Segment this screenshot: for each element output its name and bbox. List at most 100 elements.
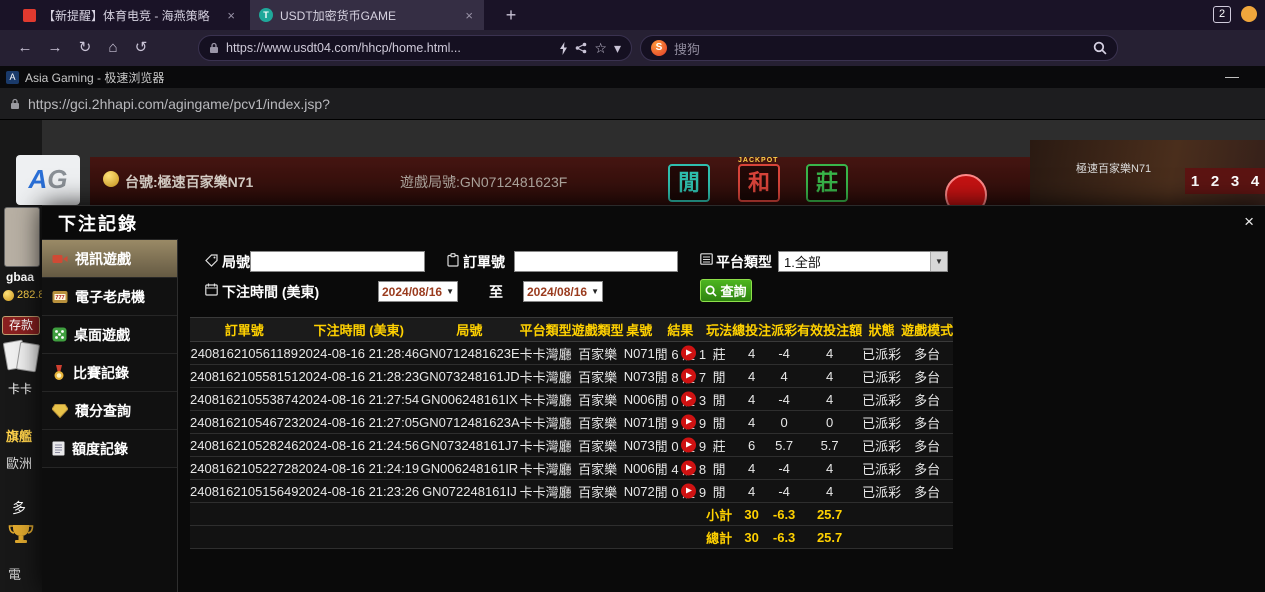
status-cell: 已派彩 [862,434,901,457]
bet-record-row: 2408162105581512024-08-16 21:28:23GN0732… [190,365,953,388]
game-right-panel: 極速百家樂N71 1 2 3 4 [1030,140,1265,206]
subtotal-row-cell [298,503,419,526]
share-icon[interactable] [575,42,587,54]
date-from-value: 2024/08/16 [382,285,442,299]
lightning-icon[interactable] [559,42,568,55]
tab-title: 【新提醒】体育电竞 - 海燕策略 [43,7,218,24]
subtotal-row-label: 小計 [706,503,732,526]
sidebar-item-video-games[interactable]: 視訊遊戲 [42,240,177,278]
pager-1[interactable]: 1 [1191,173,1199,190]
replay-video-icon[interactable] [681,415,696,430]
svg-text:777: 777 [55,294,64,300]
hall-label-kaka[interactable]: 卡卡 [8,380,32,397]
medal-icon [52,365,66,381]
sidebar-item-match-records[interactable]: 比賽記錄 [42,354,177,392]
multi-table-label[interactable]: 多 [12,498,26,518]
column-header: 派彩 [771,318,797,342]
browser-apps-icon[interactable] [1241,6,1257,22]
table-pager[interactable]: 1 2 3 4 [1185,168,1265,194]
total-row-cell [901,526,953,549]
date-to-picker[interactable]: 2024/08/16 [523,281,603,302]
bookmark-star-icon[interactable]: ☆ [594,40,607,57]
bet-player-button[interactable]: 閒 [668,164,710,202]
hall-label-flagship[interactable]: 旗艦 [6,426,32,445]
tab-close-icon[interactable]: × [463,8,475,23]
replay-video-icon[interactable] [681,438,696,453]
chevron-down-icon[interactable]: ▾ [614,40,621,57]
bet-time-cell: 2024-08-16 21:28:46 [298,342,419,365]
order-no-cell: 240816210515649 [190,480,298,503]
close-icon[interactable]: × [1244,213,1254,230]
platform-cell: 卡卡灣廳 [520,388,572,411]
inner-url-text[interactable]: https://gci.2hhapi.com/agingame/pcv1/ind… [28,96,330,112]
column-header: 有效投注額 [797,318,862,342]
forward-icon[interactable]: → [42,30,68,66]
tab-usdt-game[interactable]: T USDT加密货币GAME × [250,0,484,30]
result-cell: 閒 6 莊 1 [655,342,706,365]
table-header-row: 訂單號下注時間 (美東)局號平台類型遊戲類型桌號結果玩法總投注派彩有效投注額狀態… [190,318,953,342]
tab-sports[interactable]: 【新提醒】体育电竞 - 海燕策略 × [14,0,246,30]
tab-close-icon[interactable]: × [225,8,237,23]
tab-count-badge[interactable]: 2 [1213,6,1231,23]
back-icon[interactable]: ← [12,30,38,66]
pager-2[interactable]: 2 [1211,173,1219,190]
sidebar-item-slots[interactable]: 777 電子老虎機 [42,278,177,316]
calendar-icon [205,283,218,296]
round-no-cell: GN006248161IR [419,457,519,480]
round-no-cell: GN072248161IJ [419,480,519,503]
replay-video-icon[interactable] [681,392,696,407]
replay-video-icon[interactable] [681,484,696,499]
browser-tab-bar: 【新提醒】体育电竞 - 海燕策略 × T USDT加密货币GAME × + 2 [0,0,1265,30]
total-row-cell [624,526,655,549]
search-field[interactable]: S 搜狗 [640,35,1118,61]
history-icon[interactable]: ↺ [128,30,154,66]
search-engine-label[interactable]: 搜狗 [674,39,1086,58]
deposit-button[interactable]: 存款 [2,316,40,335]
platform-cell: 卡卡灣廳 [520,342,572,365]
sidebar-item-points-inquiry[interactable]: 積分查詢 [42,392,177,430]
hall-label-europe[interactable]: 歐洲 [6,453,32,472]
sidebar-item-quota-records[interactable]: 額度記錄 [42,430,177,468]
slot-machine-icon: 777 [52,290,68,304]
platform-type-value: 1.全部 [779,252,930,271]
game-round-label: 遊戲局號:GN0712481623F [400,172,567,192]
replay-video-icon[interactable] [681,346,696,361]
game-type-cell: 百家樂 [572,434,624,457]
bet-records-modal: 下注記錄 × 視訊遊戲 777 電子老虎機 桌面遊戲 比賽記錄 [42,205,1265,592]
minimize-button[interactable]: — [1225,66,1239,88]
sidebar-item-table-games[interactable]: 桌面遊戲 [42,316,177,354]
bet-time-cell: 2024-08-16 21:28:23 [298,365,419,388]
modal-sidebar: 視訊遊戲 777 電子老虎機 桌面遊戲 比賽記錄 積分查詢 [42,239,178,592]
total-bet-cell: 4 [732,342,771,365]
refresh-icon[interactable]: ↻ [72,30,98,66]
column-header: 總投注 [732,318,771,342]
round-no-input[interactable] [250,251,425,272]
pager-4[interactable]: 4 [1251,173,1259,190]
valid-bet-cell: 5.7 [797,434,862,457]
game-type-cell: 百家樂 [572,342,624,365]
home-icon[interactable]: ⌂ [100,30,126,66]
order-no-cell: 240816210528246 [190,434,298,457]
query-button[interactable]: 查詢 [700,279,752,302]
slots-label[interactable]: 電 [8,564,21,583]
inner-url-bar[interactable]: https://gci.2hhapi.com/agingame/pcv1/ind… [0,88,1265,120]
replay-video-icon[interactable] [681,369,696,384]
url-text[interactable]: https://www.usdt04.com/hhcp/home.html... [226,41,552,55]
replay-video-icon[interactable] [681,461,696,476]
total-row-total-bet: 30 [732,526,771,549]
logo-letter-a: A [28,164,47,194]
bet-tie-button[interactable]: 和 [738,164,780,202]
platform-type-select[interactable]: 1.全部 ▼ [778,251,948,272]
new-tab-button[interactable]: + [498,2,524,28]
game-mode-cell: 多台 [901,388,953,411]
url-field[interactable]: https://www.usdt04.com/hhcp/home.html...… [198,35,632,61]
video-camera-icon [52,252,68,266]
subtotal-row-cell [572,503,624,526]
trophy-icon[interactable] [8,524,34,546]
pager-3[interactable]: 3 [1231,173,1239,190]
date-from-picker[interactable]: 2024/08/16 [378,281,458,302]
valid-bet-cell: 0 [797,411,862,434]
search-icon[interactable] [1093,41,1107,55]
order-no-input[interactable] [514,251,678,272]
bet-banker-button[interactable]: 莊 [806,164,848,202]
